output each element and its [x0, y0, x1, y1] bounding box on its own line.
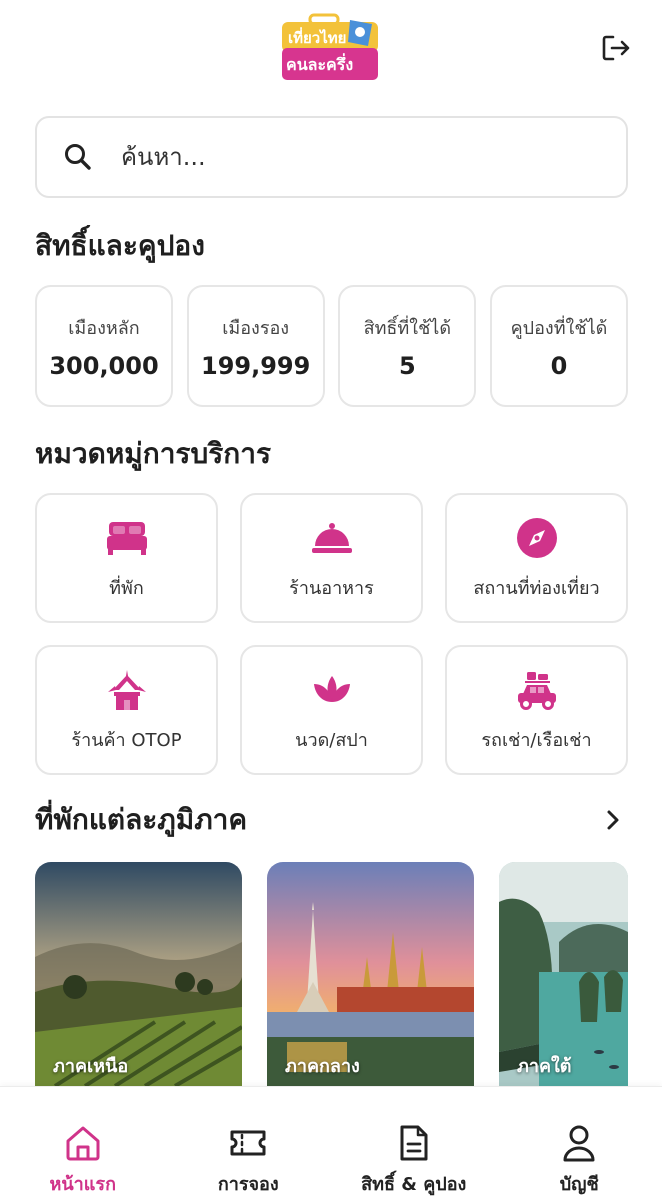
category-label: นวด/สปา: [295, 729, 368, 751]
region-card-south[interactable]: ภาคใต้: [499, 862, 628, 1086]
thai-pavilion-icon: [104, 667, 150, 713]
regions-section-title: ที่พักแต่ละภูมิภาค: [35, 803, 248, 836]
category-label: สถานที่ท่องเที่ยว: [473, 577, 600, 599]
category-attractions[interactable]: สถานที่ท่องเที่ยว: [445, 493, 628, 623]
bottom-navigation: หน้าแรก การจอง สิทธิ์ & คูปอง บัญชี: [0, 1086, 662, 1200]
stat-card-available-rights[interactable]: สิทธิ์ที่ใช้ได้ 5: [338, 285, 477, 407]
search-input[interactable]: [121, 143, 601, 171]
nav-label: สิทธิ์ & คูปอง: [361, 1174, 467, 1195]
app-logo: เที่ยวไทย คนละครึ่ง: [280, 12, 382, 82]
region-label: ภาคกลาง: [285, 1056, 360, 1077]
search-bar[interactable]: [35, 116, 628, 198]
lotus-icon: [309, 667, 355, 713]
categories-section-title: หมวดหมู่การบริการ: [35, 437, 271, 470]
nav-label: หน้าแรก: [49, 1174, 116, 1195]
logout-button[interactable]: [598, 30, 634, 66]
category-label: รถเช่า/เรือเช่า: [481, 729, 592, 751]
nav-bookings[interactable]: การจอง: [166, 1087, 332, 1200]
region-card-central[interactable]: ภาคกลาง: [267, 862, 474, 1086]
stat-label: คูปองที่ใช้ได้: [510, 317, 608, 339]
stat-label: เมืองรอง: [222, 317, 290, 339]
rights-section-title: สิทธิ์และคูปอง: [35, 229, 205, 262]
category-label: ร้านอาหาร: [289, 577, 374, 599]
category-massage-spa[interactable]: นวด/สปา: [240, 645, 423, 775]
logout-icon: [602, 35, 630, 61]
category-restaurant[interactable]: ร้านอาหาร: [240, 493, 423, 623]
stat-card-available-coupons[interactable]: คูปองที่ใช้ได้ 0: [489, 285, 628, 407]
document-icon: [394, 1123, 434, 1163]
region-card-north[interactable]: ภาคเหนือ: [35, 862, 242, 1086]
food-cloche-icon: [309, 515, 355, 561]
stat-value: 300,000: [49, 351, 159, 380]
category-car-boat-rental[interactable]: รถเช่า/เรือเช่า: [445, 645, 628, 775]
region-label: ภาคเหนือ: [53, 1056, 129, 1077]
stat-value: 199,999: [201, 351, 311, 380]
category-label: ร้านค้า OTOP: [71, 729, 182, 751]
stat-value: 5: [398, 351, 416, 380]
rights-stats: เมืองหลัก 300,000 เมืองรอง 199,999 สิทธิ…: [35, 285, 628, 407]
category-label: ที่พัก: [109, 577, 144, 599]
bed-icon: [104, 515, 150, 561]
home-icon: [63, 1123, 103, 1163]
stat-label: เมืองหลัก: [68, 317, 140, 339]
stat-label: สิทธิ์ที่ใช้ได้: [363, 317, 452, 339]
regions-see-more-button[interactable]: [598, 805, 628, 835]
search-icon: [65, 144, 91, 170]
logo-line2: คนละครึ่ง: [286, 53, 353, 74]
app-header: เที่ยวไทย คนละครึ่ง: [0, 0, 662, 100]
stat-card-main-city[interactable]: เมืองหลัก 300,000: [35, 285, 173, 407]
stat-value: 0: [550, 351, 568, 380]
nav-label: บัญชี: [559, 1174, 599, 1195]
compass-icon: [514, 515, 560, 561]
region-carousel: ภาคเหนือ ภาคกลาง ภาคใต้: [35, 862, 628, 1086]
user-icon: [559, 1123, 599, 1163]
car-luggage-icon: [514, 667, 560, 713]
nav-account[interactable]: บัญชี: [497, 1087, 662, 1200]
nav-home[interactable]: หน้าแรก: [0, 1087, 166, 1200]
category-otop-shop[interactable]: ร้านค้า OTOP: [35, 645, 218, 775]
region-label: ภาคใต้: [517, 1056, 572, 1077]
ticket-icon: [228, 1123, 268, 1163]
regions-header: ที่พักแต่ละภูมิภาค: [35, 800, 628, 840]
nav-rights-coupons[interactable]: สิทธิ์ & คูปอง: [331, 1087, 497, 1200]
category-grid: ที่พัก ร้านอาหาร สถานที่ท่องเที่ยว ร้านค…: [35, 493, 628, 775]
category-accommodation[interactable]: ที่พัก: [35, 493, 218, 623]
logo-line1: เที่ยวไทย: [288, 27, 346, 47]
nav-label: การจอง: [217, 1174, 279, 1195]
chevron-right-icon: [607, 810, 619, 830]
stat-card-secondary-city[interactable]: เมืองรอง 199,999: [186, 285, 325, 407]
